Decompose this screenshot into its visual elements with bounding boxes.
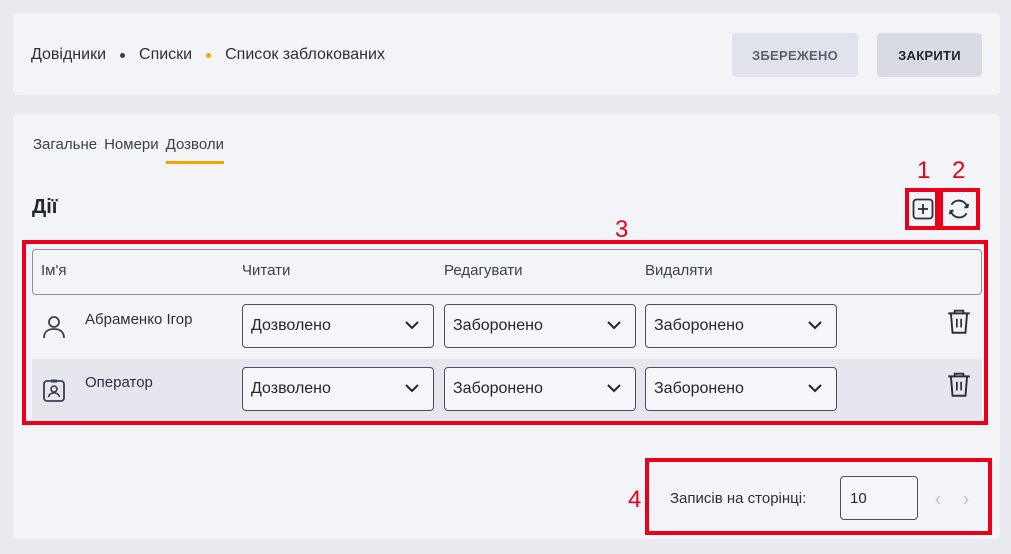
tab-numbers[interactable]: Номери (104, 136, 159, 164)
annotation-label-2: 2 (952, 157, 966, 184)
breadcrumb: Довідники Списки Список заблокованих (31, 46, 385, 64)
header-bar: Довідники Списки Список заблокованих ЗБЕ… (13, 13, 1000, 95)
saved-button[interactable]: ЗБЕРЕЖЕНО (732, 33, 858, 77)
breadcrumb-item-lists[interactable]: Списки (139, 46, 192, 64)
annotation-box-3 (22, 240, 988, 425)
annotation-label-3: 3 (615, 216, 629, 243)
annotation-box-4 (645, 458, 992, 535)
annotation-label-1: 1 (917, 157, 931, 184)
breadcrumb-current-dot (206, 52, 212, 58)
annotation-label-4: 4 (628, 486, 642, 513)
breadcrumb-separator-dot (120, 52, 126, 58)
breadcrumb-item-directories[interactable]: Довідники (31, 46, 106, 64)
close-button[interactable]: ЗАКРИТИ (877, 33, 982, 77)
section-title: Дії (32, 196, 58, 218)
annotation-box-1 (905, 188, 939, 230)
tab-bar: Загальне Номери Дозволи (33, 136, 231, 164)
tab-general[interactable]: Загальне (33, 136, 97, 164)
tab-permissions[interactable]: Дозволи (165, 136, 224, 164)
breadcrumb-item-blocked-list: Список заблокованих (225, 46, 385, 63)
annotation-box-2 (939, 188, 980, 230)
